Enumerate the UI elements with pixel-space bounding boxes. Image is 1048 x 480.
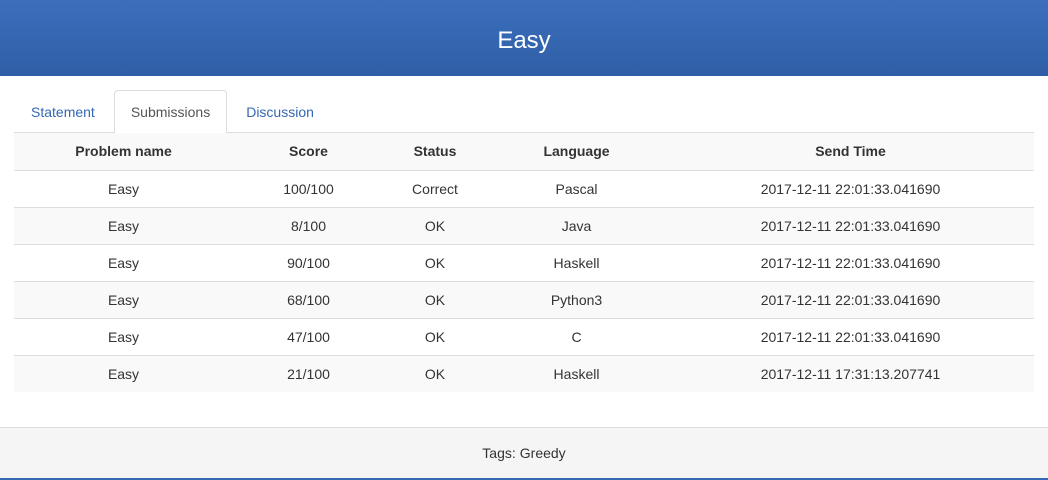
- table-row: Easy 90/100 OK Haskell 2017-12-11 22:01:…: [14, 244, 1034, 281]
- table-header-row: Problem name Score Status Language Send …: [14, 133, 1034, 170]
- cell-problem-name: Easy: [107, 291, 140, 308]
- column-header-score[interactable]: Score: [233, 133, 384, 170]
- cell-score: 21/100: [287, 365, 330, 382]
- cell-problem-name: Easy: [107, 328, 140, 345]
- cell-language: C: [571, 328, 582, 345]
- cell-score: 90/100: [287, 254, 330, 271]
- cell-language: Python3: [550, 291, 603, 308]
- cell-status: OK: [424, 365, 446, 382]
- table-row: Easy 68/100 OK Python3 2017-12-11 22:01:…: [14, 281, 1034, 318]
- cell-score: 100/100: [283, 180, 334, 197]
- tags-label: Tags:: [482, 445, 516, 461]
- tags-footer: Tags: Greedy: [0, 427, 1048, 480]
- cell-send-time: 2017-12-11 22:01:33.041690: [760, 254, 941, 271]
- tag-greedy[interactable]: Greedy: [520, 445, 566, 461]
- cell-status: OK: [424, 328, 446, 345]
- page-title: Easy: [497, 27, 551, 54]
- table-row: Easy 21/100 OK Haskell 2017-12-11 17:31:…: [14, 355, 1034, 392]
- cell-send-time: 2017-12-11 22:01:33.041690: [760, 328, 941, 345]
- column-header-problem-name[interactable]: Problem name: [14, 133, 233, 170]
- cell-send-time: 2017-12-11 22:01:33.041690: [760, 291, 941, 308]
- tab-discussion[interactable]: Discussion: [229, 90, 331, 132]
- cell-send-time: 2017-12-11 22:01:33.041690: [760, 217, 941, 234]
- submissions-table: Problem name Score Status Language Send …: [14, 133, 1034, 392]
- tab-statement[interactable]: Statement: [14, 90, 112, 132]
- tab-submissions[interactable]: Submissions: [113, 90, 228, 133]
- cell-send-time: 2017-12-11 22:01:33.041690: [760, 180, 941, 197]
- cell-language: Haskell: [553, 365, 600, 382]
- cell-problem-name: Easy: [107, 180, 140, 197]
- cell-problem-name: Easy: [107, 217, 140, 234]
- table-row: Easy 100/100 Correct Pascal 2017-12-11 2…: [14, 170, 1034, 207]
- cell-problem-name: Easy: [107, 365, 140, 382]
- cell-language: Haskell: [553, 254, 600, 271]
- cell-score: 47/100: [287, 328, 330, 345]
- cell-status: OK: [424, 254, 446, 271]
- column-header-status[interactable]: Status: [384, 133, 486, 170]
- column-header-send-time[interactable]: Send Time: [667, 133, 1034, 170]
- table-row: Easy 47/100 OK C 2017-12-11 22:01:33.041…: [14, 318, 1034, 355]
- cell-problem-name: Easy: [107, 254, 140, 271]
- cell-score: 8/100: [290, 217, 327, 234]
- page-header: Easy: [0, 0, 1048, 76]
- cell-language: Java: [561, 217, 592, 234]
- cell-send-time: 2017-12-11 17:31:13.207741: [760, 365, 941, 382]
- table-row: Easy 8/100 OK Java 2017-12-11 22:01:33.0…: [14, 207, 1034, 244]
- submissions-table-container: Problem name Score Status Language Send …: [14, 133, 1034, 392]
- cell-status: OK: [424, 217, 446, 234]
- cell-score: 68/100: [287, 291, 330, 308]
- cell-status: Correct: [412, 180, 458, 197]
- submissions-table-body: Easy 100/100 Correct Pascal 2017-12-11 2…: [14, 170, 1034, 392]
- cell-status: OK: [424, 291, 446, 308]
- tab-bar: Statement Submissions Discussion: [14, 90, 1034, 133]
- column-header-language[interactable]: Language: [486, 133, 667, 170]
- cell-language: Pascal: [555, 180, 598, 197]
